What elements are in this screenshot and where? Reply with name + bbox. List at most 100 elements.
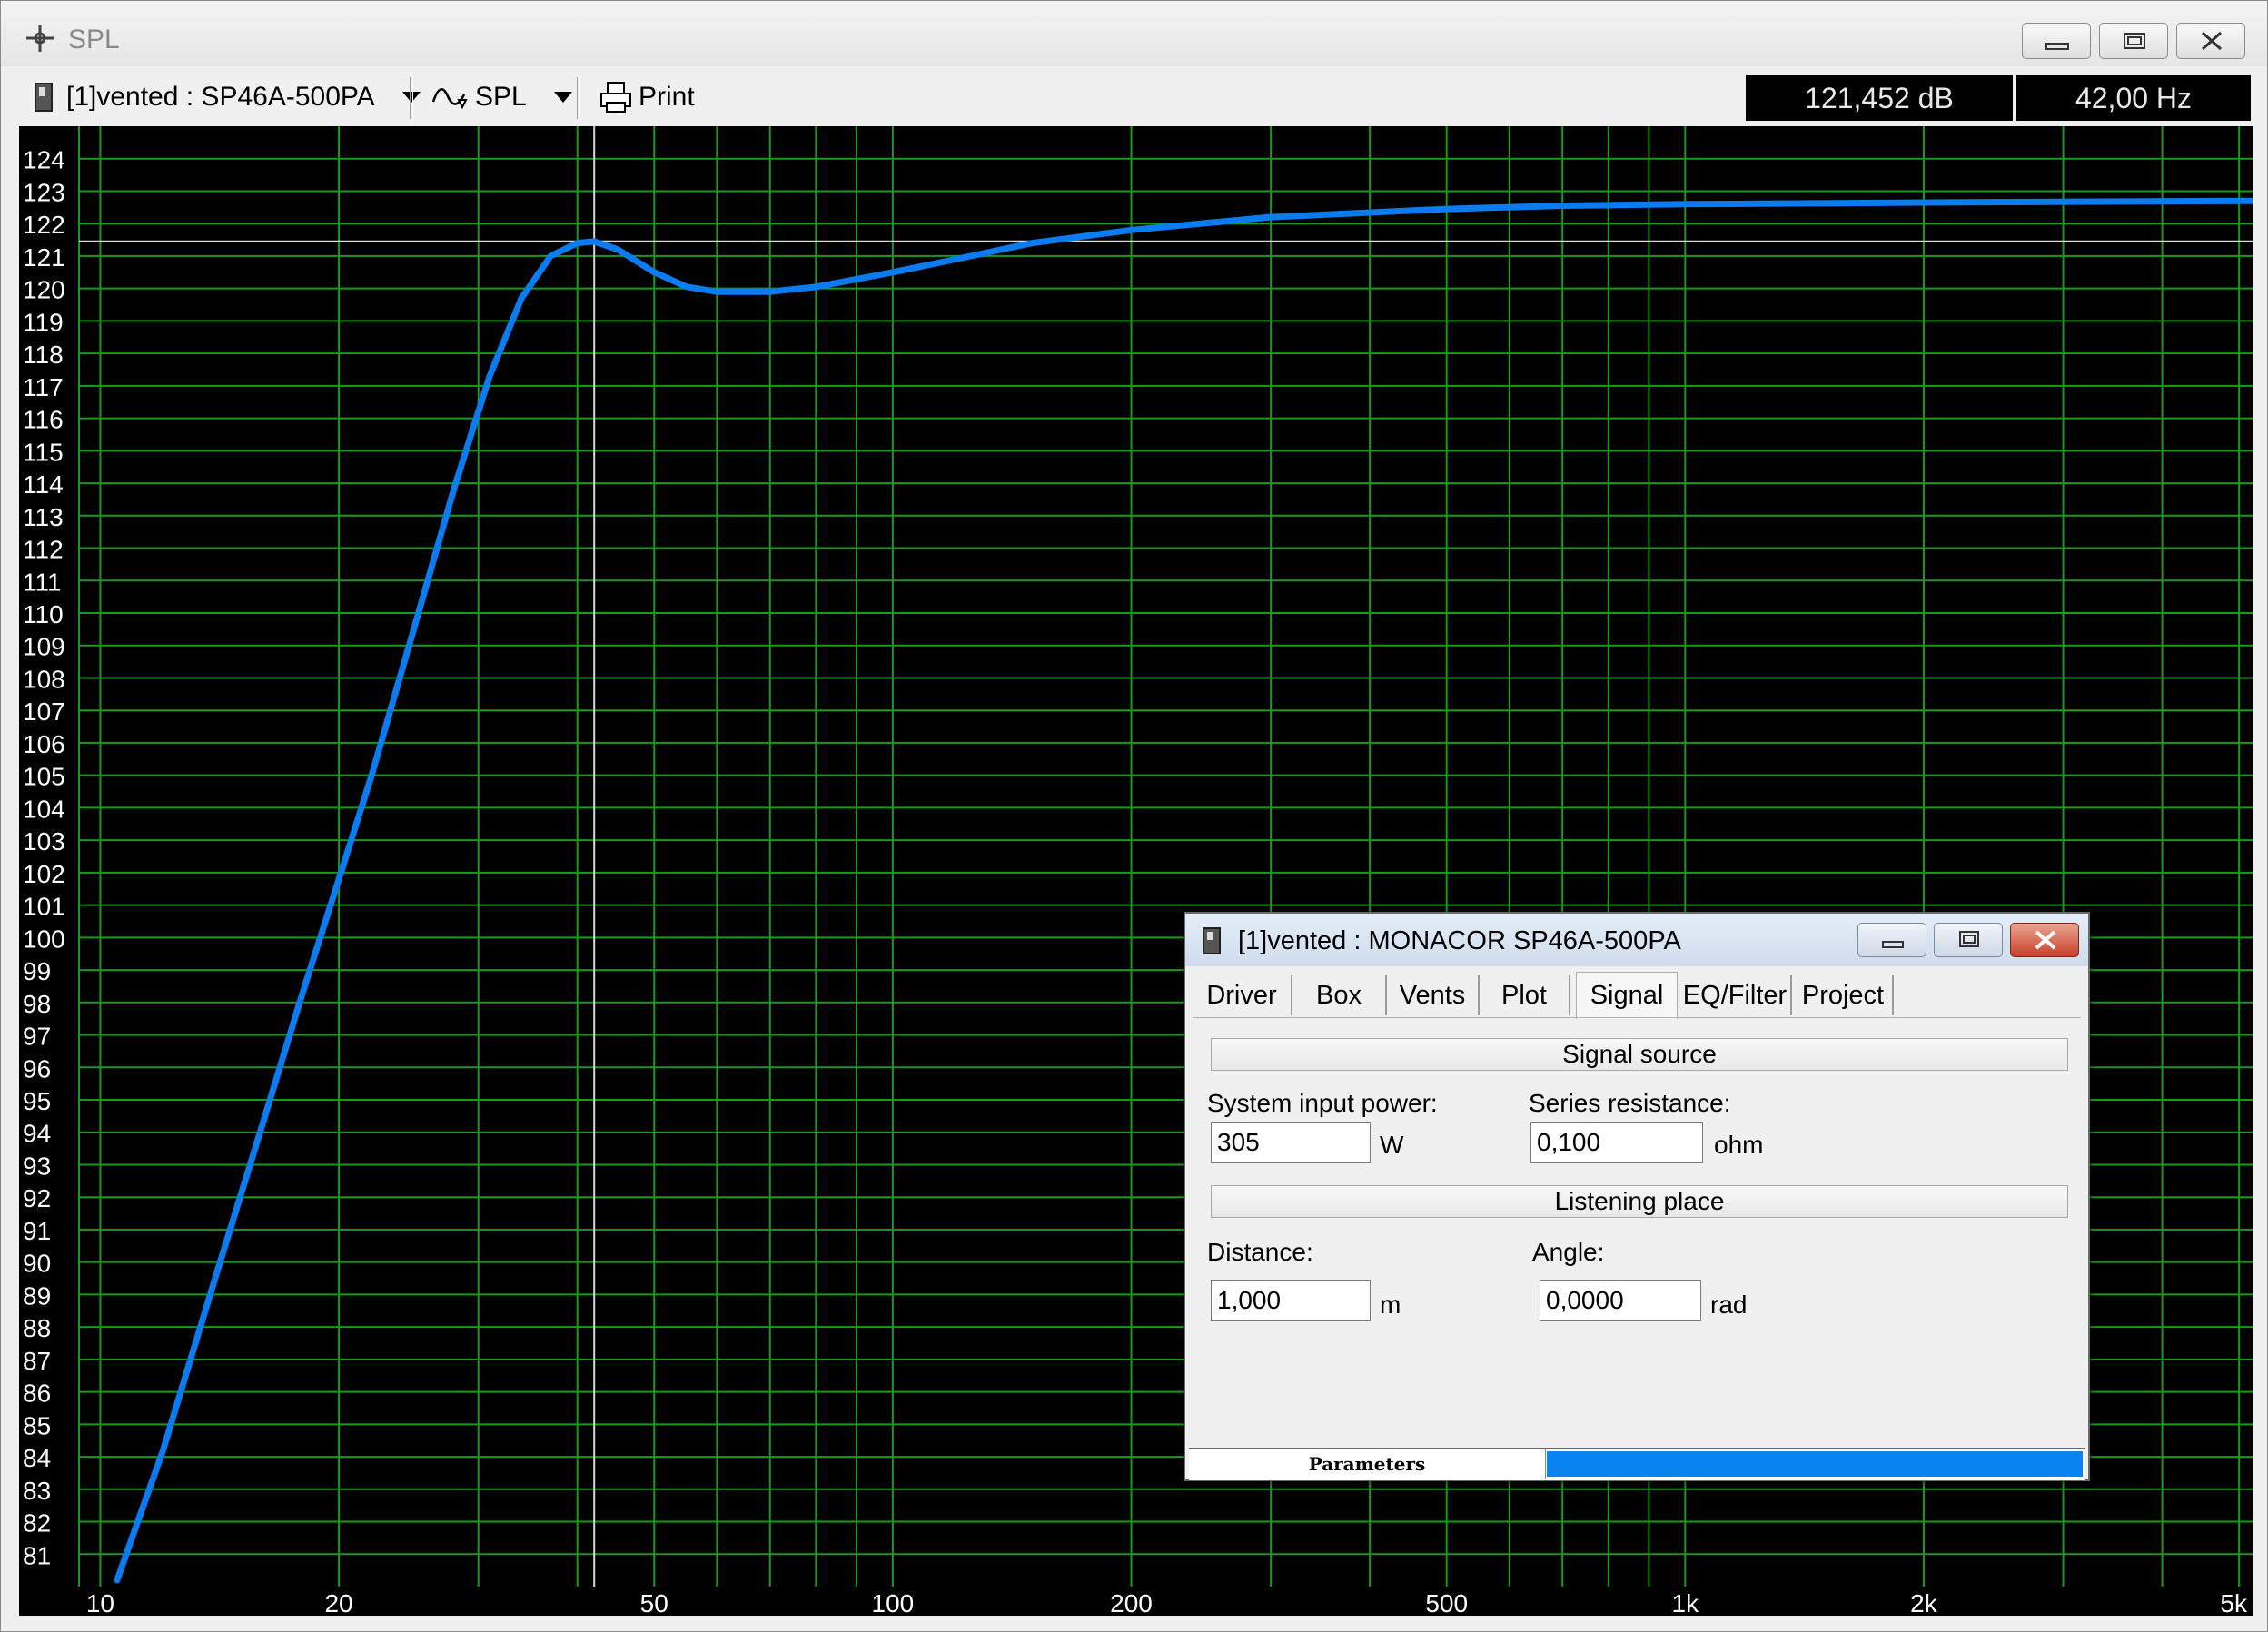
signal-tab-page: Signal source System input power: Series… — [1193, 1017, 2081, 1445]
series-resistance-field[interactable]: 0,100 — [1530, 1122, 1703, 1163]
y-tick-label: 108 — [23, 665, 65, 693]
y-tick-label: 91 — [23, 1217, 51, 1245]
y-tick-label: 94 — [23, 1120, 51, 1148]
y-tick-label: 102 — [23, 860, 65, 888]
distance-unit: m — [1380, 1291, 1401, 1319]
x-tick-label: 20 — [324, 1589, 352, 1616]
y-tick-label: 111 — [23, 568, 62, 596]
y-tick-label: 115 — [23, 438, 64, 466]
y-tick-label: 96 — [23, 1054, 51, 1083]
waveform-icon — [431, 88, 468, 110]
tab-vents[interactable]: Vents — [1387, 975, 1480, 1015]
speaker-box-icon — [1203, 927, 1221, 954]
parameters-progress-bar — [1547, 1451, 2083, 1477]
y-tick-label: 124 — [23, 146, 65, 174]
dialog-title-bar[interactable]: [1]vented : MONACOR SP46A-500PA — [1185, 914, 2088, 966]
y-tick-label: 83 — [23, 1477, 51, 1505]
project-selector-label: [1]vented : SP46A-500PA — [66, 82, 375, 112]
close-button[interactable] — [2176, 23, 2245, 59]
x-tick-label: 500 — [1425, 1589, 1468, 1616]
y-tick-label: 109 — [23, 633, 65, 661]
system-input-power-field[interactable]: 305 — [1211, 1122, 1371, 1163]
y-tick-label: 122 — [23, 211, 65, 239]
y-tick-label: 84 — [23, 1444, 51, 1472]
angle-label: Angle: — [1532, 1238, 1605, 1266]
parameters-status: Parameters — [1189, 1449, 1546, 1479]
y-tick-label: 117 — [23, 373, 64, 401]
y-tick-label: 89 — [23, 1281, 51, 1310]
y-tick-label: 97 — [23, 1023, 51, 1051]
restore-icon — [1959, 931, 1979, 947]
y-tick-label: 82 — [23, 1509, 51, 1538]
y-tick-label: 93 — [23, 1152, 51, 1180]
x-tick-label: 50 — [640, 1589, 669, 1616]
distance-label: Distance: — [1207, 1238, 1313, 1266]
close-icon — [2035, 930, 2056, 950]
crosshair-icon — [26, 25, 54, 52]
x-tick-label: 10 — [86, 1589, 114, 1616]
y-tick-label: 90 — [23, 1250, 51, 1278]
y-tick-label: 119 — [23, 308, 64, 336]
frequency-readout: 42,00 Hz — [2016, 75, 2251, 121]
y-tick-label: 98 — [23, 990, 51, 1018]
y-tick-label: 114 — [23, 470, 64, 499]
y-tick-label: 88 — [23, 1314, 51, 1342]
chevron-down-icon[interactable] — [552, 90, 574, 104]
tab-eq-filter[interactable]: EQ/Filter — [1679, 975, 1792, 1015]
y-tick-label: 104 — [23, 795, 65, 823]
plot-selector-label: SPL — [475, 82, 527, 112]
distance-field[interactable]: 1,000 — [1211, 1280, 1371, 1321]
y-tick-label: 123 — [23, 178, 65, 206]
x-tick-label: 100 — [872, 1589, 915, 1616]
level-readout: 121,452 dB — [1746, 75, 2013, 121]
toolbar-separator — [577, 77, 580, 119]
signal-source-header: Signal source — [1211, 1038, 2068, 1071]
project-selector[interactable]: [1]vented : SP46A-500PA — [34, 70, 422, 124]
close-icon — [2201, 31, 2223, 51]
x-tick-label: 2k — [1910, 1589, 1938, 1616]
dialog-close-button[interactable] — [2010, 923, 2079, 957]
y-tick-label: 118 — [23, 341, 64, 369]
printer-icon — [600, 82, 631, 113]
dialog-minimize-button[interactable] — [1857, 923, 1926, 957]
tab-driver[interactable]: Driver — [1193, 975, 1292, 1015]
y-tick-label: 112 — [23, 536, 64, 564]
system-input-power-label: System input power: — [1207, 1089, 1438, 1117]
maximize-button[interactable] — [2099, 23, 2168, 59]
plot-selector[interactable]: SPL — [431, 70, 574, 124]
restore-icon — [2124, 33, 2145, 49]
x-tick-label: 1k — [1672, 1589, 1700, 1616]
y-tick-label: 92 — [23, 1184, 51, 1212]
speaker-box-icon — [35, 83, 53, 112]
dialog-tabs: Driver Box Vents Plot Signal EQ/Filter P… — [1193, 972, 2083, 1019]
dialog-status-bar: Parameters — [1189, 1448, 2085, 1480]
angle-field[interactable]: 0,0000 — [1540, 1280, 1701, 1321]
print-button[interactable]: Print — [599, 70, 695, 124]
dialog-maximize-button[interactable] — [1934, 923, 2003, 957]
y-tick-label: 110 — [23, 600, 64, 628]
title-bar[interactable]: SPL — [1, 1, 2267, 66]
y-tick-label: 99 — [23, 957, 51, 985]
minimize-button[interactable] — [2022, 23, 2091, 59]
window-title: SPL — [68, 25, 120, 54]
spl-window: SPL [1]vented : SP46A-500PA SPL Print 12… — [0, 0, 2268, 1632]
minimize-icon — [1882, 941, 1904, 948]
listening-place-header: Listening place — [1211, 1185, 2068, 1218]
minimize-icon — [2045, 43, 2069, 50]
resistance-unit: ohm — [1714, 1131, 1764, 1159]
tab-project[interactable]: Project — [1794, 975, 1894, 1015]
y-tick-label: 120 — [23, 276, 65, 304]
y-tick-label: 101 — [23, 893, 65, 921]
y-tick-label: 100 — [23, 925, 65, 953]
series-resistance-label: Series resistance: — [1529, 1089, 1731, 1117]
tab-box[interactable]: Box — [1292, 975, 1387, 1015]
tab-plot[interactable]: Plot — [1480, 975, 1570, 1015]
y-tick-label: 121 — [23, 243, 65, 272]
y-tick-label: 85 — [23, 1411, 51, 1439]
signal-dialog: [1]vented : MONACOR SP46A-500PA Driver B… — [1184, 912, 2090, 1481]
y-tick-label: 103 — [23, 827, 65, 856]
y-tick-label: 86 — [23, 1380, 51, 1408]
y-tick-label: 116 — [23, 406, 64, 434]
dialog-title: [1]vented : MONACOR SP46A-500PA — [1238, 926, 1681, 955]
tab-signal[interactable]: Signal — [1576, 972, 1678, 1019]
